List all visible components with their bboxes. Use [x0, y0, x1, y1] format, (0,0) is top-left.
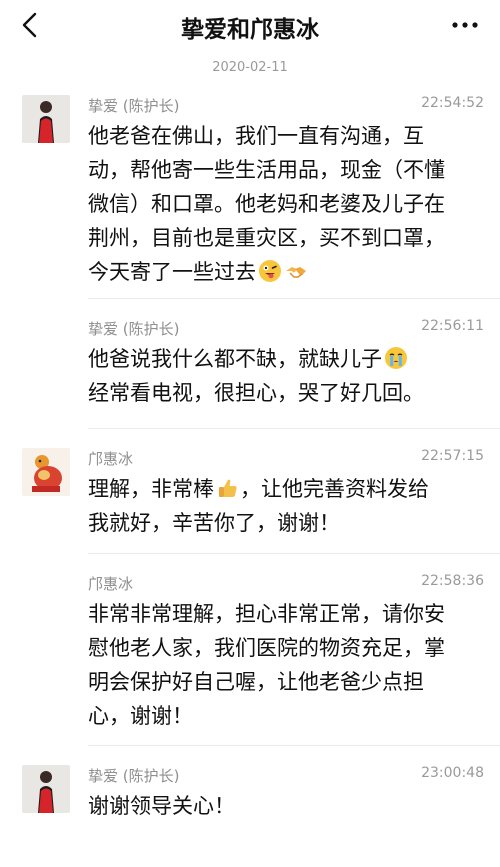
message-text: 非常非常理解，担心非常正常，请你安 慰他老人家，我们医院的物资充足，掌 明会保护… [88, 602, 445, 728]
avatar[interactable] [22, 765, 70, 813]
sender-name: 挚爱 (陈护长) [88, 97, 180, 115]
message-text: 理解，非常棒 ，让他完善资料发给 我就好，辛苦你了，谢谢！ [88, 476, 429, 535]
divider [88, 428, 500, 429]
message-time: 22:54:52 [421, 95, 484, 111]
sender-name: 挚爱 (陈护长) [88, 320, 180, 338]
more-button[interactable] [450, 12, 480, 38]
chat-title: 挚爱和邝惠冰 [181, 17, 319, 43]
more-dots-icon [452, 22, 478, 28]
message-text: 他老爸在佛山，我们一直有沟通，互 动，帮他寄一些生活用品，现金（不懂 微信）和口… [88, 124, 445, 284]
divider [88, 298, 500, 299]
message-time: 22:56:11 [421, 318, 484, 334]
avatar[interactable] [22, 95, 70, 143]
message-text: 他爸说我什么都不缺，就缺儿子 经常看电视，很担心，哭了好几回。 [88, 346, 424, 405]
sender-name: 邝惠冰 [88, 575, 134, 593]
crying-emoji [384, 346, 408, 370]
message-time: 23:00:48 [421, 765, 484, 781]
message-text: 谢谢领导关心！ [88, 794, 235, 818]
divider [88, 745, 500, 746]
sender-name: 邝惠冰 [88, 450, 134, 468]
chat-header: 挚爱和邝惠冰 [0, 0, 500, 52]
avatar[interactable] [22, 448, 70, 496]
thumbs-up-emoji [216, 476, 240, 500]
handshake-emoji [284, 259, 308, 283]
grinning-tongue-emoji [258, 259, 282, 283]
message-time: 22:58:36 [421, 573, 484, 589]
divider [88, 553, 500, 554]
date-separator: 2020-02-11 [212, 60, 288, 75]
message-time: 22:57:15 [421, 448, 484, 464]
sender-name: 挚爱 (陈护长) [88, 767, 180, 785]
